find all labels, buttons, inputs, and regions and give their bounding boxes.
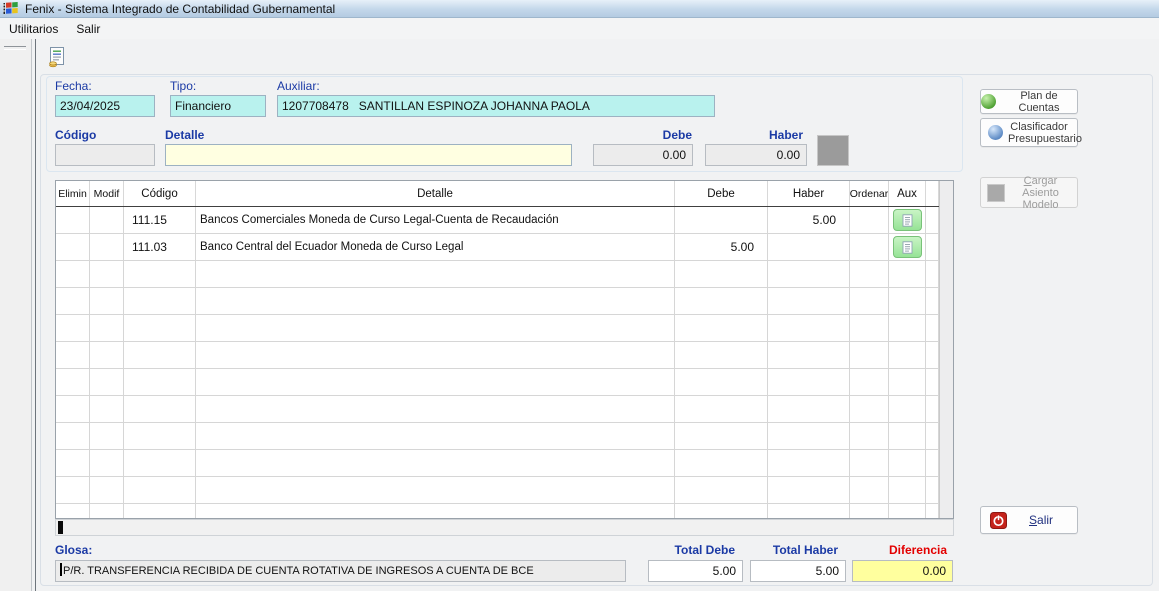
grid-vertical-scrollbar[interactable] bbox=[939, 181, 953, 518]
plan-de-cuentas-button[interactable]: Plan de Cuentas bbox=[980, 89, 1078, 114]
menu-bar: Utilitarios Salir bbox=[0, 18, 1159, 39]
glosa-label: Glosa: bbox=[55, 543, 92, 557]
glosa-field[interactable]: P/R. TRANSFERENCIA RECIBIDA DE CUENTA RO… bbox=[55, 560, 626, 582]
blue-sphere-icon bbox=[988, 125, 1003, 140]
haber-label: Haber bbox=[703, 128, 803, 142]
diferencia-label: Diferencia bbox=[852, 543, 947, 557]
total-debe-field: 5.00 bbox=[648, 560, 743, 582]
col-haber: Haber bbox=[768, 181, 850, 206]
menu-salir[interactable]: Salir bbox=[67, 20, 109, 38]
debe-label: Debe bbox=[592, 128, 692, 142]
app-window: Fenix - Sistema Integrado de Contabilida… bbox=[0, 0, 1159, 591]
auxiliar-field[interactable]: 1207708478 SANTILLAN ESPINOZA JOHANNA PA… bbox=[277, 95, 715, 117]
fecha-label: Fecha: bbox=[55, 79, 92, 93]
row1-detalle: Bancos Comerciales Moneda de Curso Legal… bbox=[196, 207, 675, 233]
col-aux: Aux bbox=[889, 181, 926, 206]
codigo-field bbox=[55, 144, 155, 166]
grid-empty-row[interactable] bbox=[56, 396, 939, 423]
salir-button[interactable]: Salir bbox=[980, 506, 1078, 534]
grid-row-2[interactable]: 111.03 Banco Central del Ecuador Moneda … bbox=[56, 234, 939, 261]
cargar-asiento-modelo-button: Cargar Asiento Modelo bbox=[980, 177, 1078, 208]
fecha-field[interactable]: 23/04/2025 bbox=[55, 95, 155, 117]
col-detalle: Detalle bbox=[196, 181, 675, 206]
col-debe: Debe bbox=[675, 181, 768, 206]
grid-horizontal-scrollbar[interactable] bbox=[55, 519, 954, 536]
gray-square-icon bbox=[987, 184, 1005, 202]
power-icon bbox=[990, 512, 1007, 529]
row2-detalle: Banco Central del Ecuador Moneda de Curs… bbox=[196, 234, 675, 260]
col-codigo: Código bbox=[124, 181, 196, 206]
plan-de-cuentas-label: Plan de Cuentas bbox=[1001, 90, 1077, 114]
title-bar: Fenix - Sistema Integrado de Contabilida… bbox=[0, 0, 1159, 18]
document-icon bbox=[902, 241, 913, 254]
grid-empty-row[interactable] bbox=[56, 288, 939, 315]
tipo-field[interactable]: Financiero bbox=[170, 95, 266, 117]
grid-empty-row[interactable] bbox=[56, 369, 939, 396]
row1-codigo: 111.15 bbox=[124, 207, 196, 233]
detalle-label: Detalle bbox=[165, 128, 204, 142]
hscroll-thumb[interactable] bbox=[58, 521, 63, 534]
grid-empty-row[interactable] bbox=[56, 450, 939, 477]
tipo-label: Tipo: bbox=[170, 79, 196, 93]
document-icon bbox=[902, 214, 913, 227]
panel-divider bbox=[35, 39, 36, 591]
left-collapsed-panel[interactable] bbox=[0, 39, 32, 591]
total-haber-label: Total Haber bbox=[750, 543, 838, 557]
grid-empty-row[interactable] bbox=[56, 261, 939, 288]
window-title: Fenix - Sistema Integrado de Contabilida… bbox=[25, 0, 335, 18]
clasificador-label: Clasificador Presupuestario bbox=[1008, 121, 1070, 145]
grid-empty-row[interactable] bbox=[56, 504, 939, 519]
diferencia-field: 0.00 bbox=[852, 560, 953, 582]
col-elimin: Elimin bbox=[56, 181, 90, 206]
clasificador-presupuestario-button[interactable]: Clasificador Presupuestario bbox=[980, 118, 1078, 147]
total-haber-field: 5.00 bbox=[750, 560, 846, 582]
row2-haber bbox=[768, 234, 850, 260]
row1-haber: 5.00 bbox=[768, 207, 850, 233]
total-debe-label: Total Debe bbox=[648, 543, 735, 557]
grid-row-1[interactable]: 111.15 Bancos Comerciales Moneda de Curs… bbox=[56, 207, 939, 234]
grid-empty-row[interactable] bbox=[56, 423, 939, 450]
auxiliar-label: Auxiliar: bbox=[277, 79, 320, 93]
col-ordenar: Ordenar bbox=[850, 181, 889, 206]
col-modif: Modif bbox=[90, 181, 124, 206]
row1-aux-button[interactable] bbox=[893, 209, 922, 231]
splitter-grip[interactable] bbox=[4, 46, 26, 50]
menu-utilitarios[interactable]: Utilitarios bbox=[0, 20, 67, 38]
detalle-field[interactable] bbox=[165, 144, 572, 166]
grid-empty-row[interactable] bbox=[56, 315, 939, 342]
green-sphere-icon bbox=[981, 94, 996, 109]
haber-field[interactable]: 0.00 bbox=[705, 144, 807, 166]
row2-aux-button[interactable] bbox=[893, 236, 922, 258]
journal-document-coins-icon bbox=[46, 46, 68, 73]
salir-label: Salir bbox=[1029, 514, 1053, 526]
cargar-asiento-label: Cargar Asiento Modelo bbox=[1010, 175, 1072, 211]
codigo-label: Código bbox=[55, 128, 96, 142]
entries-grid: Elimin Modif Código Detalle Debe Haber O… bbox=[55, 180, 954, 519]
windows-logo-icon bbox=[3, 2, 19, 16]
row1-debe bbox=[675, 207, 768, 233]
grid-empty-row[interactable] bbox=[56, 477, 939, 504]
grid-empty-row[interactable] bbox=[56, 342, 939, 369]
color-swatch-button[interactable] bbox=[817, 135, 849, 166]
text-caret bbox=[60, 563, 62, 576]
row2-codigo: 111.03 bbox=[124, 234, 196, 260]
row2-debe: 5.00 bbox=[675, 234, 768, 260]
debe-field[interactable]: 0.00 bbox=[593, 144, 693, 166]
new-entry-button[interactable] bbox=[42, 45, 71, 73]
grid-header-row: Elimin Modif Código Detalle Debe Haber O… bbox=[56, 181, 939, 207]
